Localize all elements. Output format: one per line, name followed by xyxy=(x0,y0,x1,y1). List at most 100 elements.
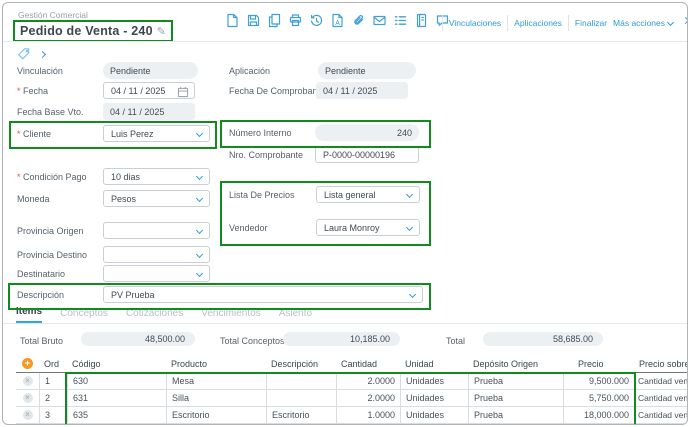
total-conceptos-value: 10,185.00 xyxy=(283,332,400,346)
chevron-down-icon xyxy=(196,130,203,137)
cell-unidad[interactable]: Unidades xyxy=(400,373,468,390)
total-conceptos-label: Total Conceptos xyxy=(220,336,285,346)
destinatario-select[interactable] xyxy=(103,265,210,282)
tab-cotizaciones[interactable]: Cotizaciones xyxy=(126,308,183,323)
cell-deposito-origen[interactable]: Prueba xyxy=(468,407,563,424)
provincia-destino-label: Provincia Destino xyxy=(17,250,87,260)
provincia-destino-select[interactable] xyxy=(103,246,210,263)
add-row-cell: + xyxy=(16,355,39,373)
cell-precio-sobre[interactable]: Cantidad venta xyxy=(634,390,687,407)
chevron-down-icon xyxy=(409,291,416,298)
cell-precio[interactable]: 9,500.000 xyxy=(563,373,634,390)
table-row-delete-cell: × xyxy=(16,407,39,424)
lista-de-precios-select[interactable]: Lista general xyxy=(316,186,420,203)
lista-de-precios-value: Lista general xyxy=(324,190,376,200)
provincia-origen-label: Provincia Origen xyxy=(17,226,84,236)
new-document-icon[interactable] xyxy=(225,13,240,28)
pedido-de-venta-window: Gestión Comercial Pedido de Venta - 240 … xyxy=(2,2,688,425)
col-precio-sobre: Precio sobre xyxy=(634,355,687,373)
cell-unidad[interactable]: Unidades xyxy=(400,407,468,424)
chevron-right-icon[interactable] xyxy=(39,50,46,57)
fecha-base-vto-label: Fecha Base Vto. xyxy=(17,107,84,117)
cell-precio-sobre[interactable]: Cantidad venta xyxy=(634,373,687,390)
fecha-label: Fecha xyxy=(17,86,48,96)
fecha-field[interactable]: 04 / 11 / 2025 xyxy=(103,82,195,99)
vendedor-select[interactable]: Laura Monroy xyxy=(316,219,420,236)
delete-row-button[interactable]: × xyxy=(23,393,33,403)
cell-producto[interactable]: Silla xyxy=(166,390,266,407)
toolbar-actions: Vinculaciones Aplicaciones Finalizar Más… xyxy=(442,15,673,31)
items-table: + Ord Código Producto Descripción Cantid… xyxy=(16,355,687,424)
edit-icon[interactable]: ✎ xyxy=(157,25,166,38)
cell-cantidad[interactable]: 2.0000 xyxy=(336,373,400,390)
nro-comprobante-value: P-0000-00000196 xyxy=(323,150,395,160)
divider xyxy=(3,41,687,42)
condicion-pago-select[interactable]: 10 dias xyxy=(103,168,210,185)
tab-asiento[interactable]: Asiento xyxy=(279,308,312,323)
cell-producto[interactable]: Escritorio xyxy=(166,407,266,424)
aplicaciones-button[interactable]: Aplicaciones xyxy=(514,18,562,28)
cell-unidad[interactable]: Unidades xyxy=(400,390,468,407)
cell-deposito-origen[interactable]: Prueba xyxy=(468,373,563,390)
cell-precio-sobre[interactable]: Cantidad venta xyxy=(634,407,687,424)
condicion-pago-value: 10 dias xyxy=(111,172,140,182)
table-row-delete-cell: × xyxy=(16,373,39,390)
cell-codigo[interactable]: 631 xyxy=(67,390,166,407)
moneda-select[interactable]: Pesos xyxy=(103,190,210,207)
chevron-down-icon xyxy=(406,191,413,198)
email-icon[interactable] xyxy=(372,13,387,28)
cell-descripcion[interactable] xyxy=(266,373,336,390)
chevron-down-icon xyxy=(406,224,413,231)
history-icon[interactable] xyxy=(309,13,324,28)
journal-icon[interactable] xyxy=(414,13,429,28)
cell-descripcion[interactable]: Escritorio xyxy=(266,407,336,424)
cliente-select[interactable]: Luis Perez xyxy=(103,125,210,142)
provincia-origen-select[interactable] xyxy=(103,222,210,239)
panel-toggle-icon[interactable] xyxy=(682,17,688,24)
cell-precio[interactable]: 5,750.000 xyxy=(563,390,634,407)
tag-icon[interactable] xyxy=(17,47,31,61)
calendar-icon[interactable] xyxy=(177,86,189,98)
cell-codigo[interactable]: 635 xyxy=(67,407,166,424)
print-icon[interactable] xyxy=(288,13,303,28)
tab-items[interactable]: Items xyxy=(16,306,42,323)
delete-row-button[interactable]: × xyxy=(23,410,33,420)
cell-deposito-origen[interactable]: Prueba xyxy=(468,390,563,407)
mas-acciones-button[interactable]: Más acciones xyxy=(613,18,673,28)
breadcrumb[interactable]: Gestión Comercial xyxy=(18,10,88,20)
copy-icon[interactable] xyxy=(267,13,282,28)
save-icon[interactable] xyxy=(246,13,261,28)
total-value: 58,685.00 xyxy=(483,332,603,346)
vinculacion-value: Pendiente xyxy=(110,66,151,76)
cell-codigo[interactable]: 630 xyxy=(67,373,166,390)
cell-cantidad[interactable]: 1.0000 xyxy=(336,407,400,424)
cell-producto[interactable]: Mesa xyxy=(166,373,266,390)
checklist-icon[interactable] xyxy=(393,13,408,28)
chevron-down-icon xyxy=(196,227,203,234)
nro-comprobante-input[interactable]: P-0000-00000196 xyxy=(315,146,419,163)
add-row-button[interactable]: + xyxy=(22,358,33,369)
tab-conceptos[interactable]: Conceptos xyxy=(60,308,108,323)
cell-cantidad[interactable]: 2.0000 xyxy=(336,390,400,407)
descripcion-value: PV Prueba xyxy=(111,290,155,300)
document-a-icon[interactable]: A xyxy=(330,13,345,28)
attachment-icon[interactable] xyxy=(351,13,366,28)
lista-de-precios-label: Lista De Precios xyxy=(229,190,295,200)
total-bruto-label: Total Bruto xyxy=(20,336,63,346)
cell-precio[interactable]: 18,000.000 xyxy=(563,407,634,424)
col-precio: Precio xyxy=(563,355,634,373)
vendedor-label: Vendedor xyxy=(229,223,268,233)
delete-row-button[interactable]: × xyxy=(23,376,33,386)
divider xyxy=(442,15,443,31)
cell-ord: 3 xyxy=(39,407,67,424)
col-cantidad: Cantidad xyxy=(336,355,400,373)
numero-interno-label: Número Interno xyxy=(229,128,292,138)
cell-ord: 1 xyxy=(39,373,67,390)
finalizar-button[interactable]: Finalizar xyxy=(575,18,607,28)
descripcion-select[interactable]: PV Prueba xyxy=(103,286,423,303)
vinculaciones-button[interactable]: Vinculaciones xyxy=(449,18,501,28)
destinatario-label: Destinatario xyxy=(17,269,65,279)
cell-descripcion[interactable] xyxy=(266,390,336,407)
tab-vencimientos[interactable]: Vencimientos xyxy=(201,308,260,323)
numero-interno-value: 240 xyxy=(397,128,412,138)
